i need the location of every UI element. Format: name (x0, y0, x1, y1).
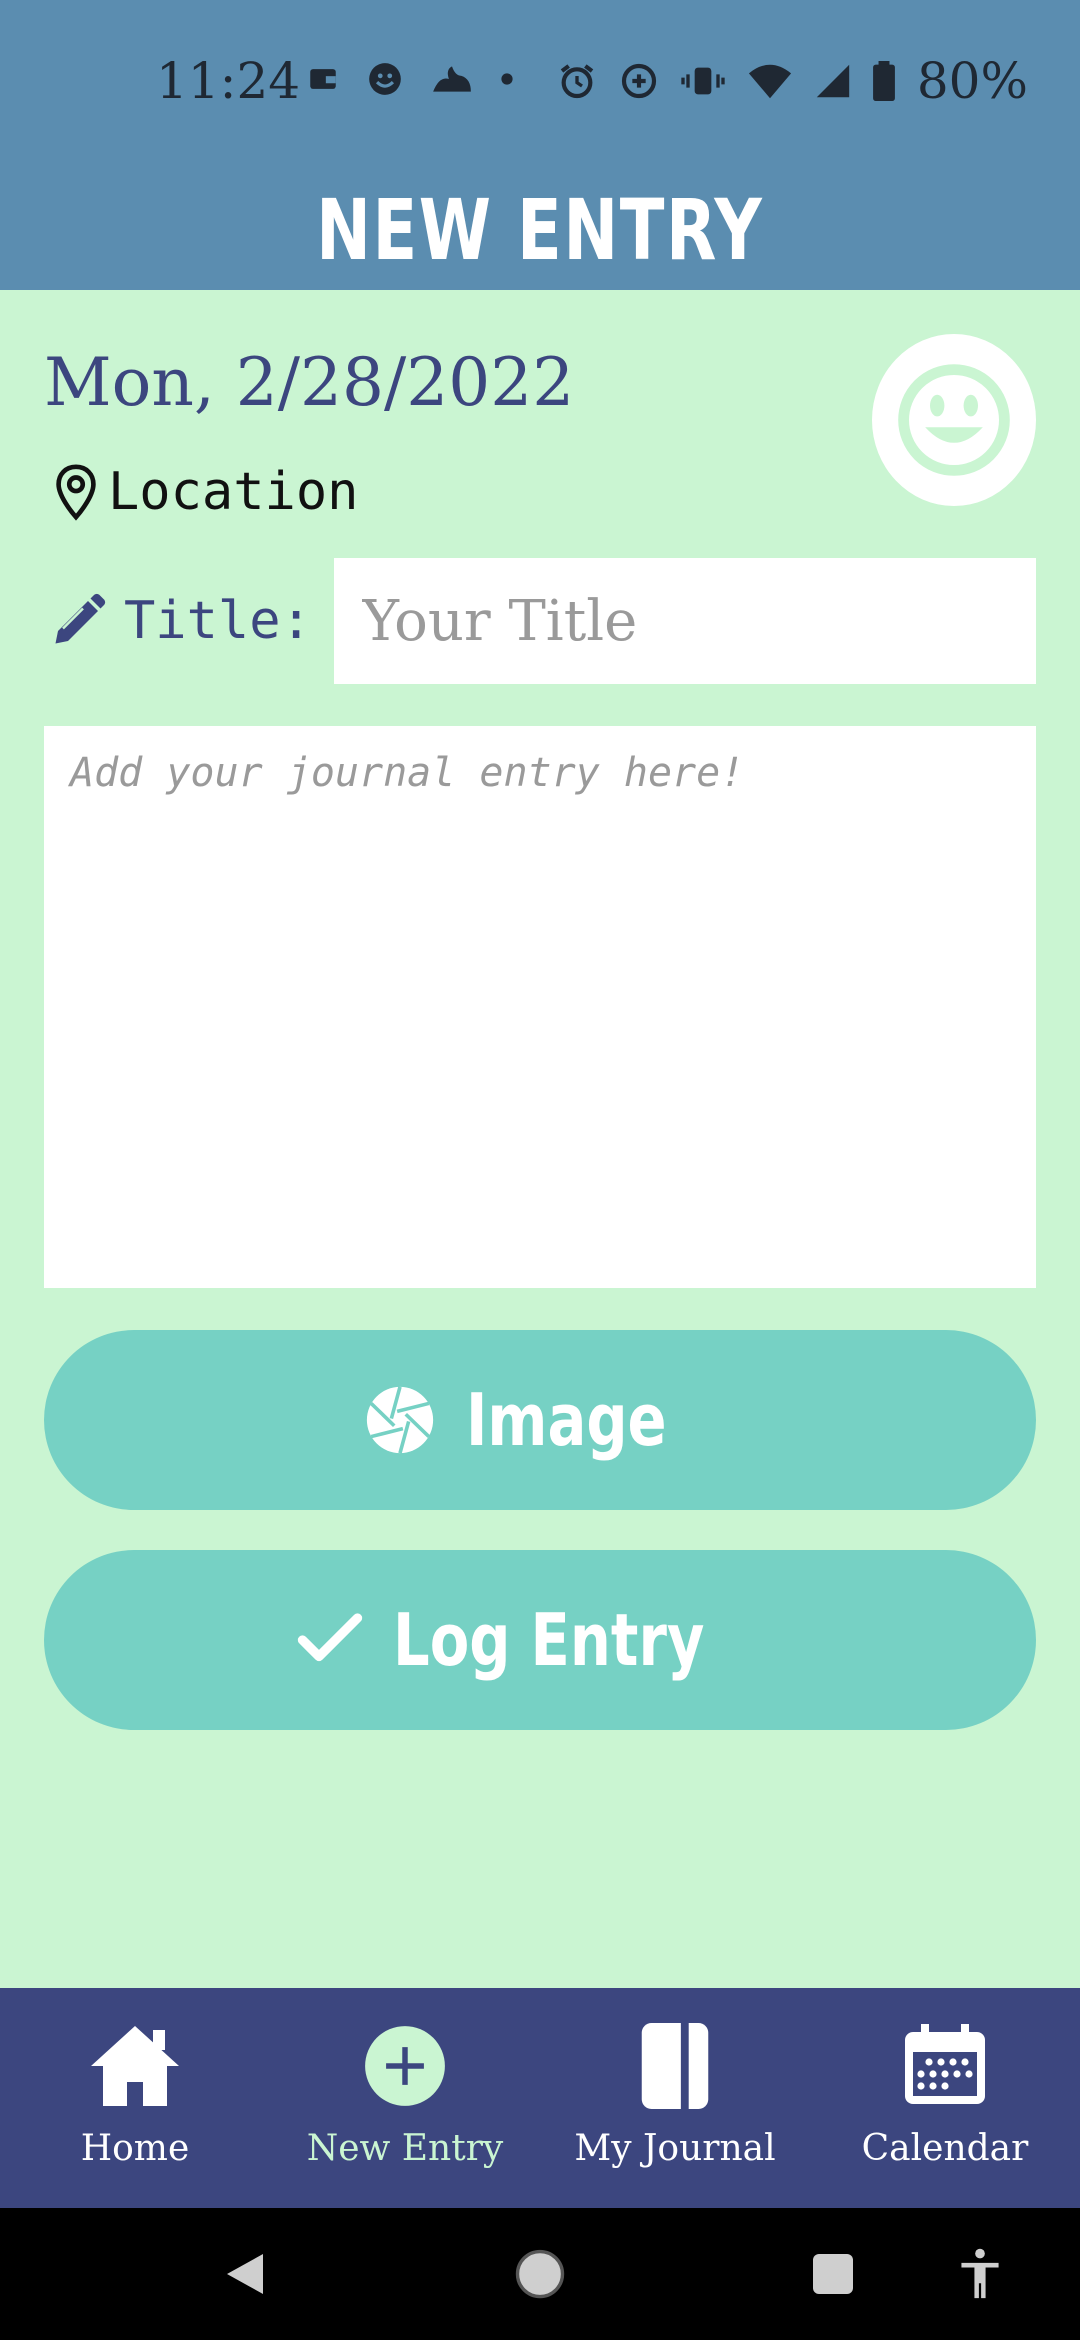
dot-icon (501, 73, 513, 85)
data-saver-icon (621, 63, 656, 99)
smiley-icon (898, 364, 1010, 476)
plus-circle-icon (365, 2026, 445, 2106)
system-navigation-bar (0, 2208, 1080, 2340)
nav-label-new-entry: New Entry (306, 2128, 504, 2169)
checkmark-icon (298, 1613, 363, 1662)
signal-icon (816, 64, 850, 98)
status-time: 11:24 (156, 52, 301, 110)
home-icon (91, 2026, 179, 2106)
home-circle-icon (515, 2249, 565, 2299)
page-title: NEW ENTRY (316, 181, 764, 279)
fire-icon (433, 66, 471, 92)
nav-label-my-journal: My Journal (574, 2128, 776, 2169)
log-entry-button[interactable]: Log Entry (44, 1550, 1036, 1730)
status-right: 80% (557, 52, 1028, 110)
title-label: Title: (124, 591, 312, 651)
battery-icon (872, 61, 895, 101)
accessibility-icon (961, 2248, 999, 2299)
nav-item-new-entry[interactable]: New Entry (270, 1988, 540, 2208)
recents-button[interactable] (808, 2208, 858, 2340)
notification-icons (306, 60, 514, 98)
title-row: Title: (48, 558, 312, 684)
mood-button[interactable] (872, 334, 1036, 506)
nav-item-home[interactable]: Home (0, 1988, 270, 2208)
nav-item-calendar[interactable]: Calendar (810, 1988, 1080, 2208)
entry-date: Mon, 2/28/2022 (44, 344, 575, 421)
battery-percent: 80% (916, 52, 1028, 110)
map-pin-icon (56, 464, 96, 521)
recents-icon (813, 2254, 853, 2294)
accessibility-button[interactable] (950, 2208, 1010, 2340)
alarm-icon (560, 64, 594, 99)
nav-item-my-journal[interactable]: My Journal (540, 1988, 810, 2208)
location-row[interactable]: Location (52, 462, 358, 522)
pencil-icon (55, 593, 106, 644)
journal-entry-textarea[interactable] (44, 726, 1036, 1288)
status-bar: 11:24 80% (0, 0, 1080, 170)
back-button[interactable] (210, 2208, 280, 2340)
wifi-icon (748, 64, 791, 99)
journal-icon (641, 2022, 709, 2110)
log-entry-button-label: Log Entry (393, 1598, 705, 1682)
location-label: Location (108, 462, 359, 522)
wallet-icon (310, 69, 336, 89)
nav-label-home: Home (80, 2128, 190, 2169)
calendar-icon (905, 2024, 985, 2104)
title-input[interactable] (334, 558, 1036, 684)
nav-label-calendar: Calendar (861, 2128, 1029, 2169)
face-icon (369, 63, 401, 95)
vibrate-icon (681, 67, 725, 95)
app-header: NEW ENTRY (0, 170, 1080, 290)
bottom-nav: Home New Entry My Journal Calendar (0, 1988, 1080, 2208)
image-button[interactable]: Image (44, 1330, 1036, 1510)
camera-aperture-icon (366, 1386, 433, 1454)
home-system-button[interactable] (510, 2208, 570, 2340)
back-icon (227, 2254, 263, 2294)
image-button-label: Image (465, 1378, 667, 1462)
